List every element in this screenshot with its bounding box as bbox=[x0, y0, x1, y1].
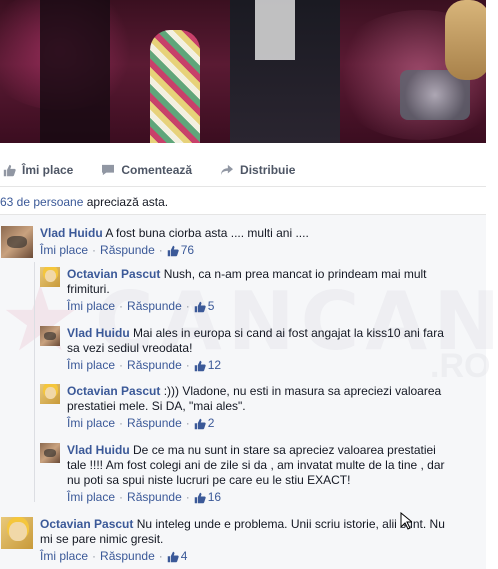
comment-author[interactable]: Octavian Pascut bbox=[67, 384, 160, 398]
comment-reply: Vlad Huidu De ce ma nu sunt in stare sa … bbox=[40, 443, 445, 505]
avatar[interactable] bbox=[40, 326, 60, 346]
mouse-cursor-icon bbox=[400, 511, 414, 533]
share-label: Distribuie bbox=[240, 163, 296, 177]
like-button[interactable]: Îmi place bbox=[0, 163, 73, 177]
comment-reply-link[interactable]: Răspunde bbox=[100, 549, 155, 564]
thumbs-up-icon bbox=[167, 245, 179, 257]
thumbs-up-icon bbox=[194, 492, 206, 504]
thumbs-up-icon bbox=[194, 301, 206, 313]
comment-reply: Octavian Pascut Nush, ca n-am prea manca… bbox=[40, 267, 427, 314]
comment-meta: Îmi place · Răspunde · 2 bbox=[67, 416, 215, 431]
comment-reply-link[interactable]: Răspunde bbox=[127, 299, 182, 314]
comment-like-count[interactable]: 4 bbox=[181, 549, 188, 564]
comment-author[interactable]: Vlad Huidu bbox=[40, 226, 103, 240]
performer-hair bbox=[445, 0, 486, 80]
comment-like-link[interactable]: Îmi place bbox=[67, 490, 115, 505]
comment-icon bbox=[101, 163, 115, 177]
comment-meta: Îmi place · Răspunde · 76 bbox=[40, 243, 195, 258]
comment-button[interactable]: Comentează bbox=[101, 163, 192, 177]
comment-reply: Octavian Pascut :))) Vladone, nu esti in… bbox=[40, 384, 441, 431]
comment-author[interactable]: Octavian Pascut bbox=[67, 267, 160, 281]
comment-reply-link[interactable]: Răspunde bbox=[100, 243, 155, 258]
comment: Octavian Pascut Nu inteleg unde e proble… bbox=[1, 517, 445, 564]
comment-like-link[interactable]: Îmi place bbox=[67, 416, 115, 431]
comment-like-count[interactable]: 12 bbox=[208, 358, 221, 373]
comment-text-cont: tale !!!! Am fost colegi ani de zile si … bbox=[67, 458, 445, 472]
comment-text-cont: nu poti sa spui niste lucruri pe care eu… bbox=[67, 473, 351, 487]
performer-silhouette bbox=[40, 0, 110, 143]
comment-label: Comentează bbox=[121, 163, 193, 177]
post-photo[interactable] bbox=[0, 0, 486, 143]
performer-dress bbox=[150, 30, 200, 143]
comment-text: Nush, ca n-am prea mancat io prindeam ma… bbox=[163, 267, 427, 281]
like-label: Îmi place bbox=[22, 163, 74, 177]
comment-text-cont: sa vezi sediul vreodata! bbox=[67, 341, 193, 355]
reply-thread-line bbox=[34, 262, 35, 502]
avatar[interactable] bbox=[40, 443, 60, 463]
thumbs-up-icon bbox=[194, 360, 206, 372]
comment-reply-link[interactable]: Răspunde bbox=[127, 358, 182, 373]
comment-reply: Vlad Huidu Mai ales in europa si cand ai… bbox=[40, 326, 444, 373]
comment-like-link[interactable]: Îmi place bbox=[67, 299, 115, 314]
thumbs-up-icon bbox=[2, 163, 16, 177]
comment-like-link[interactable]: Îmi place bbox=[40, 549, 88, 564]
avatar[interactable] bbox=[40, 267, 60, 287]
comment-meta: Îmi place · Răspunde · 16 bbox=[67, 490, 222, 505]
comment-text-cont: prestatiei mele. Si DA, "mai ales". bbox=[67, 399, 246, 413]
comment-like-count[interactable]: 5 bbox=[208, 299, 215, 314]
comment-like-count[interactable]: 2 bbox=[208, 416, 215, 431]
comment-meta: Îmi place · Răspunde · 4 bbox=[40, 549, 188, 564]
comment-like-count[interactable]: 76 bbox=[181, 243, 194, 258]
avatar[interactable] bbox=[1, 226, 33, 258]
comment-reply-link[interactable]: Răspunde bbox=[127, 490, 182, 505]
thumbs-up-icon bbox=[167, 551, 179, 563]
comment-author[interactable]: Octavian Pascut bbox=[40, 517, 133, 531]
comment-text: Nu inteleg unde e problema. Unii scriu i… bbox=[136, 517, 445, 531]
performer-shirt bbox=[255, 0, 295, 60]
comment-author[interactable]: Vlad Huidu bbox=[67, 443, 130, 457]
thumbs-up-icon bbox=[194, 418, 206, 430]
comment-like-count[interactable]: 16 bbox=[208, 490, 221, 505]
comment-meta: Îmi place · Răspunde · 12 bbox=[67, 358, 222, 373]
comment-meta: Îmi place · Răspunde · 5 bbox=[67, 299, 215, 314]
share-button[interactable]: Distribuie bbox=[220, 163, 295, 177]
comment-text-cont: frimituri. bbox=[67, 282, 110, 296]
comment-author[interactable]: Vlad Huidu bbox=[67, 326, 130, 340]
likes-summary: 63 de persoane apreciază asta. bbox=[0, 195, 168, 209]
comment-text: Mai ales in europa si cand ai fost angaj… bbox=[133, 326, 444, 340]
likes-count-link[interactable]: 63 de persoane bbox=[0, 195, 83, 209]
comment: Vlad Huidu A fost buna ciorba asta .... … bbox=[1, 226, 309, 258]
avatar[interactable] bbox=[40, 384, 60, 404]
post-action-bar: Îmi place Comentează Distribuie bbox=[0, 155, 486, 185]
comment-text: De ce ma nu sunt in stare sa apreciez va… bbox=[133, 443, 436, 457]
comment-like-link[interactable]: Îmi place bbox=[67, 358, 115, 373]
divider bbox=[0, 186, 486, 187]
comment-like-link[interactable]: Îmi place bbox=[40, 243, 88, 258]
comment-text: A fost buna ciorba asta .... multi ani .… bbox=[105, 226, 309, 240]
comment-text: :))) Vladone, nu esti in masura sa aprec… bbox=[163, 384, 442, 398]
comment-text-cont: mi se pare nimic gresit. bbox=[40, 532, 164, 546]
share-icon bbox=[220, 163, 234, 177]
avatar[interactable] bbox=[1, 517, 33, 549]
likes-suffix: apreciază asta. bbox=[83, 195, 169, 209]
comment-reply-link[interactable]: Răspunde bbox=[127, 416, 182, 431]
